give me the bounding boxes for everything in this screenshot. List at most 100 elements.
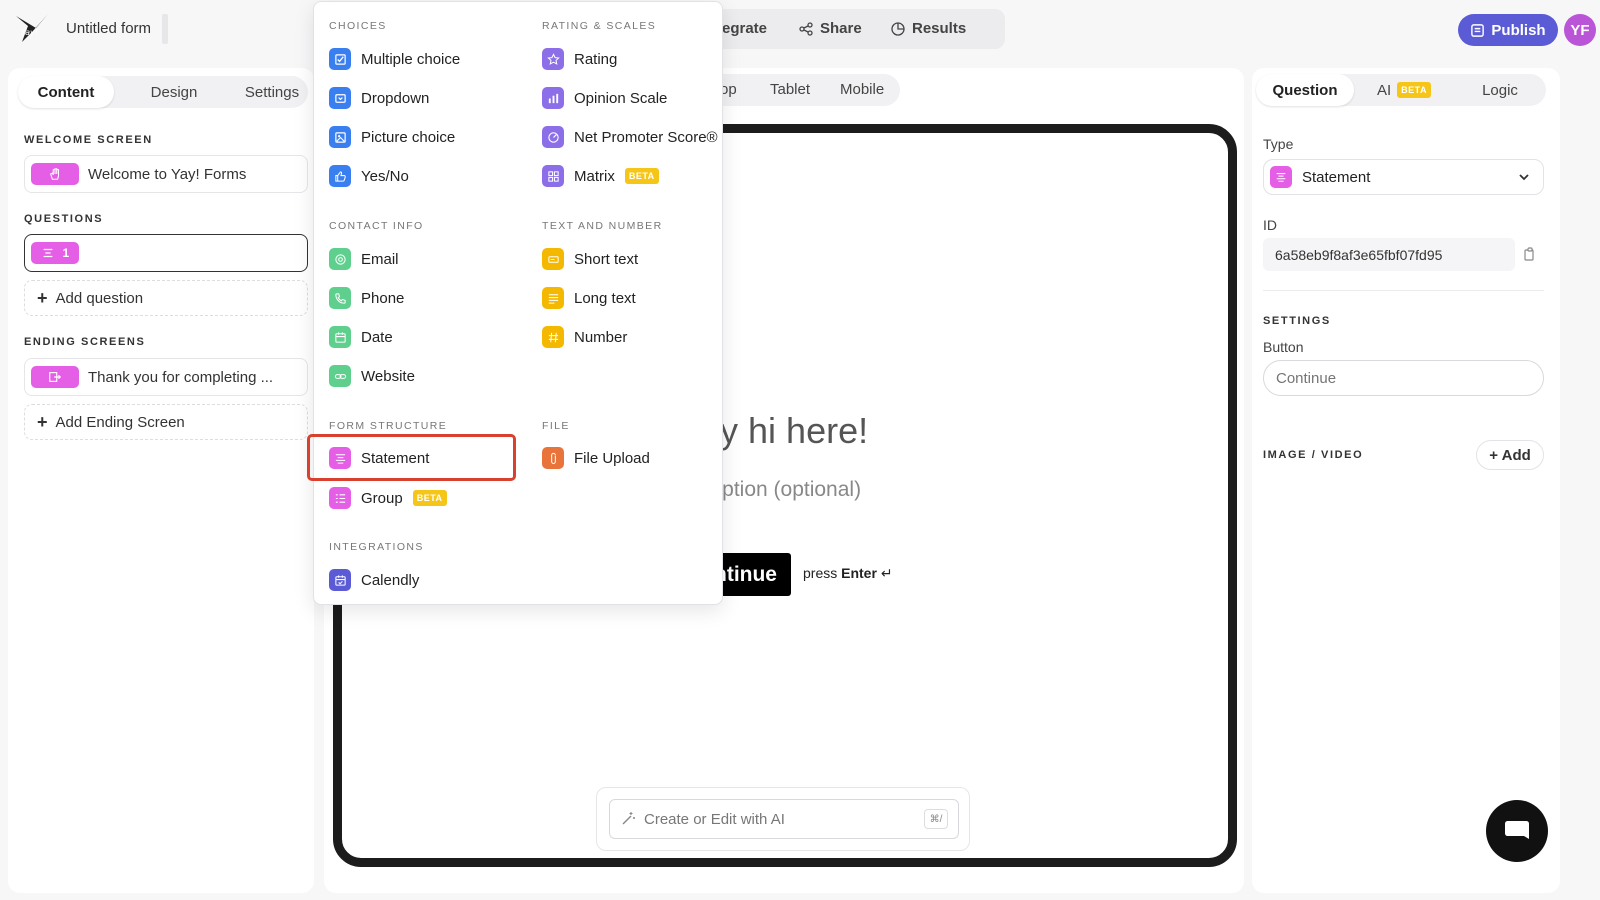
menu-item-label: Phone (361, 289, 405, 307)
add-question-label: Add question (55, 289, 144, 307)
copy-icon[interactable] (1522, 246, 1538, 262)
enter-key-icon: ↵ (880, 565, 893, 581)
add-media-button[interactable]: + Add (1476, 440, 1544, 470)
menu-item-dropdown[interactable]: Dropdown (329, 85, 429, 111)
hand-wave-icon (49, 168, 60, 180)
menu-item-label: Number (574, 328, 628, 346)
short-text-icon (542, 248, 564, 270)
menu-item-website[interactable]: Website (329, 363, 415, 389)
statement-description[interactable]: cription (optional) (700, 478, 861, 502)
tab-question[interactable]: Question (1256, 74, 1354, 106)
ending-chip (31, 366, 79, 388)
contact-info-heading: CONTACT INFO (329, 220, 424, 232)
menu-item-yes-no[interactable]: Yes/No (329, 163, 409, 189)
calendly-icon (329, 569, 351, 591)
ai-shortcut-badge: ⌘/ (924, 809, 948, 829)
questions-heading: QUESTIONS (24, 213, 104, 225)
menu-item-label: Group (361, 489, 403, 507)
image-video-heading: IMAGE / VIDEO (1263, 449, 1364, 461)
button-label: Button (1263, 339, 1304, 355)
question-card-1[interactable]: 1 (24, 234, 308, 272)
menu-item-number[interactable]: Number (542, 324, 627, 350)
chevron-down-icon (1519, 174, 1529, 181)
beta-badge: BETA (412, 490, 447, 506)
menu-item-opinion-scale[interactable]: Opinion Scale (542, 85, 667, 111)
ai-placeholder: Create or Edit with AI (644, 810, 785, 828)
menu-item-multiple-choice[interactable]: Multiple choice (329, 46, 460, 72)
tab-settings[interactable]: Settings (224, 76, 320, 108)
menu-item-nps[interactable]: Net Promoter Score® (542, 124, 718, 150)
integrations-heading: INTEGRATIONS (329, 541, 424, 553)
menu-item-long-text[interactable]: Long text (542, 285, 636, 311)
tab-tablet[interactable]: Tablet (770, 81, 810, 98)
menu-item-label: Multiple choice (361, 50, 461, 68)
bar-chart-icon (542, 87, 564, 109)
nav-share-label: Share (820, 20, 862, 37)
question-type-menu: CHOICES Multiple choice Dropdown Picture… (313, 1, 723, 605)
menu-item-group[interactable]: Group BETA (329, 485, 447, 511)
group-icon (329, 487, 351, 509)
exit-door-icon (49, 372, 62, 382)
yay-logo-icon[interactable]: Yay! (14, 12, 50, 46)
beta-badge: BETA (624, 168, 659, 184)
add-question-button[interactable]: + Add question (24, 280, 308, 316)
chat-button[interactable] (1486, 800, 1548, 862)
nav-results-label: Results (912, 20, 967, 37)
nav-integrate[interactable]: egrate (722, 20, 767, 37)
user-avatar[interactable]: YF (1564, 14, 1596, 46)
publish-button[interactable]: Publish (1458, 14, 1558, 46)
tab-content[interactable]: Content (18, 76, 114, 108)
button-text-input[interactable] (1263, 360, 1544, 396)
menu-item-file-upload[interactable]: File Upload (542, 445, 650, 471)
add-ending-label: Add Ending Screen (55, 413, 185, 431)
welcome-screen-heading: WELCOME SCREEN (24, 134, 153, 146)
star-icon (542, 48, 564, 70)
add-ending-screen-button[interactable]: + Add Ending Screen (24, 404, 308, 440)
id-field[interactable]: 6a58eb9f8af3e65fbf07fd95 (1263, 238, 1515, 271)
tab-design[interactable]: Design (126, 76, 222, 108)
press-text: press (803, 565, 842, 581)
right-tabs: Question AI BETA Logic (1256, 74, 1546, 106)
menu-item-label: Matrix (574, 167, 615, 185)
menu-item-short-text[interactable]: Short text (542, 246, 638, 272)
menu-item-label: Yes/No (361, 167, 409, 185)
top-nav: egrate Share Results (700, 9, 1005, 49)
magic-wand-icon (622, 812, 635, 825)
menu-item-label: File Upload (574, 449, 650, 467)
menu-item-label: Calendly (361, 571, 420, 589)
tab-mobile[interactable]: Mobile (840, 81, 884, 98)
choices-heading: CHOICES (329, 20, 387, 32)
gauge-icon (542, 126, 564, 148)
welcome-screen-label: Welcome to Yay! Forms (88, 165, 247, 183)
statement-heading[interactable]: ay hi here! (700, 410, 868, 452)
menu-item-rating[interactable]: Rating (542, 46, 617, 72)
hash-icon (542, 326, 564, 348)
statement-chip: 1 (31, 242, 79, 264)
welcome-screen-card[interactable]: Welcome to Yay! Forms (24, 155, 308, 193)
menu-item-date[interactable]: Date (329, 324, 393, 350)
menu-item-calendly[interactable]: Calendly (329, 567, 419, 593)
menu-item-matrix[interactable]: Matrix BETA (542, 163, 659, 189)
nav-share[interactable]: Share (798, 20, 862, 37)
calendar-icon (329, 326, 351, 348)
menu-item-picture-choice[interactable]: Picture choice (329, 124, 455, 150)
id-label: ID (1263, 217, 1277, 233)
tab-ai[interactable]: AI BETA (1356, 74, 1452, 106)
form-structure-heading: FORM STRUCTURE (329, 420, 448, 432)
ai-beta-badge: BETA (1397, 82, 1432, 98)
form-title[interactable]: Untitled form (66, 20, 151, 37)
svg-text:Yay!: Yay! (21, 28, 38, 37)
type-select-value: Statement (1302, 168, 1371, 186)
menu-item-phone[interactable]: Phone (329, 285, 404, 311)
type-select[interactable]: Statement (1263, 159, 1544, 195)
tab-logic[interactable]: Logic (1452, 74, 1548, 106)
menu-item-email[interactable]: Email (329, 246, 399, 272)
ending-screen-card[interactable]: Thank you for completing ... (24, 358, 308, 396)
picture-icon (329, 126, 351, 148)
menu-item-label: Net Promoter Score® (574, 128, 718, 146)
menu-item-label: Website (361, 367, 415, 385)
settings-heading: SETTINGS (1263, 315, 1331, 327)
link-icon (329, 365, 351, 387)
nav-results[interactable]: Results (890, 20, 966, 37)
ai-input[interactable]: Create or Edit with AI ⌘/ (609, 799, 959, 839)
